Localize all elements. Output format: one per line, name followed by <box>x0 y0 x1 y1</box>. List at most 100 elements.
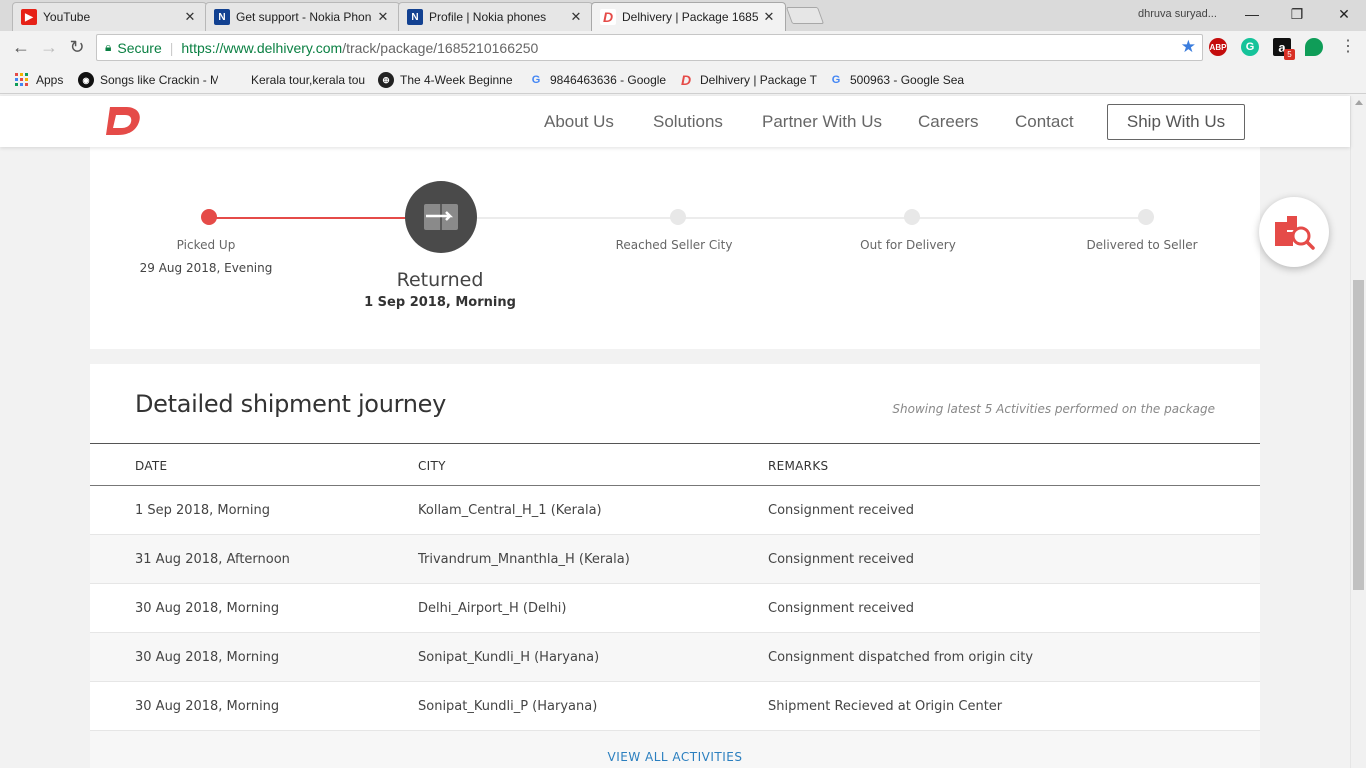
cell-city: Delhi_Airport_H (Delhi) <box>418 601 567 616</box>
cell-remarks: Consignment dispatched from origin city <box>768 650 1034 665</box>
window-close-icon[interactable]: ✕ <box>1332 4 1356 24</box>
bookmark-label: The 4-Week Beginne <box>400 73 513 87</box>
nav-contact[interactable]: Contact <box>1015 112 1074 132</box>
browser-tab-youtube[interactable]: ▶ YouTube ✕ <box>12 2 207 31</box>
profile-name[interactable]: dhruva suryad... <box>1138 8 1217 20</box>
secure-label: Secure <box>117 39 162 56</box>
column-header-remarks: REMARKS <box>768 459 829 473</box>
package-search-icon <box>1275 216 1315 250</box>
close-icon[interactable]: ✕ <box>761 9 777 25</box>
table-row: 30 Aug 2018, Morning Sonipat_Kundli_H (H… <box>90 633 1260 682</box>
bookmark-apps[interactable]: Apps <box>14 72 63 88</box>
step-date-picked-up: 29 Aug 2018, Evening <box>139 261 273 275</box>
progress-line-pending <box>477 217 1146 219</box>
bookmark-label: Kerala tour,kerala tou <box>251 73 366 87</box>
cell-date: 31 Aug 2018, Afternoon <box>135 552 290 567</box>
step-dot-out-for-delivery <box>904 209 920 225</box>
lock-icon: 🔒︎ <box>105 40 112 54</box>
nav-careers[interactable]: Careers <box>918 112 978 132</box>
table-row: 30 Aug 2018, Morning Delhi_Airport_H (De… <box>90 584 1260 633</box>
cell-date: 1 Sep 2018, Morning <box>135 503 271 518</box>
close-icon[interactable]: ✕ <box>375 9 391 25</box>
table-row: 31 Aug 2018, Afternoon Trivandrum_Mnanth… <box>90 535 1260 584</box>
music-icon: ◉ <box>78 72 94 88</box>
cell-remarks: Consignment received <box>768 503 915 518</box>
tab-title: YouTube <box>43 10 91 24</box>
journey-subtitle: Showing latest 5 Activities performed on… <box>892 402 1215 416</box>
cell-city: Sonipat_Kundli_H (Haryana) <box>418 650 600 665</box>
delhivery-icon: D <box>680 72 692 88</box>
cell-date: 30 Aug 2018, Morning <box>135 699 280 714</box>
close-icon[interactable]: ✕ <box>568 9 584 25</box>
minimize-icon[interactable]: — <box>1240 4 1264 24</box>
browser-tab-nokia-support[interactable]: N Get support - Nokia Phon ✕ <box>205 2 400 31</box>
bookmark-google-search-1[interactable]: G 9846463636 - Google <box>528 72 668 88</box>
view-all-activities-link[interactable]: VIEW ALL ACTIVITIES <box>90 750 1260 764</box>
bookmarks-bar: Apps ◉ Songs like Crackin - M Kerala tou… <box>0 64 1366 94</box>
step-dot-delivered-to-seller <box>1138 209 1154 225</box>
cell-city: Trivandrum_Mnanthla_H (Kerala) <box>418 552 630 567</box>
scroll-up-arrow[interactable] <box>1355 100 1363 105</box>
restore-icon[interactable]: ❐ <box>1285 4 1309 24</box>
track-search-button[interactable] <box>1259 197 1329 267</box>
bookmark-delhivery[interactable]: D Delhivery | Package T <box>678 72 818 88</box>
bookmark-label: Delhivery | Package T <box>700 73 817 87</box>
current-status-circle <box>405 181 477 253</box>
nokia-icon: N <box>214 9 230 25</box>
shipment-journey: Detailed shipment journey Showing latest… <box>90 364 1260 768</box>
google-icon: G <box>831 74 841 86</box>
hangouts-icon[interactable] <box>1305 38 1323 56</box>
address-bar[interactable]: 🔒︎ Secure | https://www.delhivery.com/tr… <box>96 34 1203 61</box>
ship-with-us-button[interactable]: Ship With Us <box>1107 104 1245 140</box>
tracking-progress: Picked Up 29 Aug 2018, Evening Returned … <box>90 147 1260 349</box>
cell-remarks: Consignment received <box>768 601 915 616</box>
cell-remarks: Shipment Recieved at Origin Center <box>768 699 1003 714</box>
divider: | <box>169 39 174 56</box>
cell-remarks: Consignment received <box>768 552 915 567</box>
browser-tab-nokia-profile[interactable]: N Profile | Nokia phones ✕ <box>398 2 593 31</box>
cell-city: Kollam_Central_H_1 (Kerala) <box>418 503 602 518</box>
youtube-icon: ▶ <box>21 9 37 25</box>
apps-grid-icon <box>14 72 30 88</box>
journey-table-header: DATE CITY REMARKS <box>90 443 1260 486</box>
menu-icon[interactable]: ⋮ <box>1340 36 1356 56</box>
nokia-icon: N <box>407 9 423 25</box>
bookmark-4-week[interactable]: ⊕ The 4-Week Beginne <box>378 72 518 88</box>
page-scrollbar[interactable] <box>1350 96 1366 768</box>
cell-date: 30 Aug 2018, Morning <box>135 601 280 616</box>
tab-title: Profile | Nokia phones <box>429 10 547 24</box>
step-dot-reached-seller-city <box>670 209 686 225</box>
cell-city: Sonipat_Kundli_P (Haryana) <box>418 699 598 714</box>
reload-icon[interactable]: ↻ <box>66 36 88 58</box>
column-header-date: DATE <box>135 459 168 473</box>
close-icon[interactable]: ✕ <box>182 9 198 25</box>
bookmark-google-search-2[interactable]: G 500963 - Google Sea <box>828 72 968 88</box>
nav-solutions[interactable]: Solutions <box>653 112 723 132</box>
delhivery-icon: D <box>600 9 616 25</box>
tab-title: Delhivery | Package 1685 <box>622 10 759 24</box>
bookmark-label: 9846463636 - Google <box>550 73 667 87</box>
new-tab-button[interactable] <box>785 7 825 24</box>
scrollbar-thumb[interactable] <box>1353 280 1364 590</box>
adblock-icon[interactable]: ABP <box>1209 38 1227 56</box>
table-row: 30 Aug 2018, Morning Sonipat_Kundli_P (H… <box>90 682 1260 731</box>
browser-tab-bar: ▶ YouTube ✕ N Get support - Nokia Phon ✕… <box>0 0 1366 31</box>
return-box-icon <box>424 204 458 230</box>
site-header: About Us Solutions Partner With Us Caree… <box>0 96 1350 147</box>
step-label-out-for-delivery: Out for Delivery <box>860 238 956 252</box>
bookmark-kerala-tour[interactable]: Kerala tour,kerala tou <box>229 72 369 88</box>
bookmark-songs[interactable]: ◉ Songs like Crackin - M <box>78 72 218 88</box>
browser-toolbar: ← → ↻ 🔒︎ Secure | https://www.delhivery.… <box>0 31 1366 64</box>
nav-about-us[interactable]: About Us <box>544 112 614 132</box>
delhivery-logo[interactable] <box>104 105 142 137</box>
table-row: 1 Sep 2018, Morning Kollam_Central_H_1 (… <box>90 486 1260 535</box>
back-icon[interactable]: ← <box>10 36 32 58</box>
bookmark-star-icon[interactable]: ★ <box>1181 37 1196 57</box>
browser-tab-delhivery[interactable]: D Delhivery | Package 1685 ✕ <box>591 2 786 31</box>
column-header-city: CITY <box>418 459 446 473</box>
amazon-badge: 5 <box>1284 49 1295 60</box>
forward-icon[interactable]: → <box>38 36 60 58</box>
url-host: https://www.delhivery.com <box>181 39 343 56</box>
nav-partner-with-us[interactable]: Partner With Us <box>762 112 882 132</box>
grammarly-icon[interactable]: G <box>1241 38 1259 56</box>
